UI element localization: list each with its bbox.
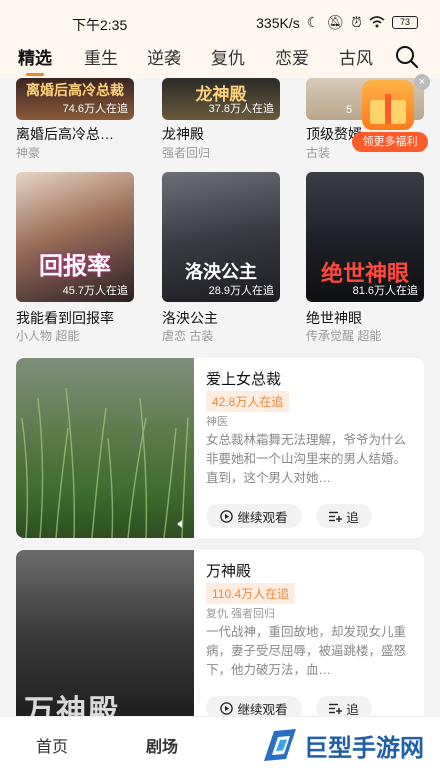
list-add-icon	[329, 511, 343, 522]
poster-image: 龙神殿 37.8万人在追	[162, 78, 280, 120]
status-time: 下午2:35	[72, 17, 128, 33]
card-tags: 传承觉醒 超能	[306, 329, 382, 343]
continue-watching-label: 继续观看	[237, 510, 288, 525]
card-title: 我能看到回报率	[16, 310, 114, 326]
watermark-text: 巨型手游网	[304, 734, 424, 762]
view-count-badge: 42.8万人在追	[206, 391, 290, 412]
continue-watching-label: 继续观看	[237, 702, 288, 717]
poster-image: 离婚后高冷总裁 74.6万人在追	[16, 78, 134, 120]
moon-icon: ☾	[306, 14, 320, 30]
status-bar: 下午2:35 335K/s ☾ 🔕︎ ⏰︎ 73	[0, 0, 440, 40]
wifi-icon	[369, 15, 385, 31]
promo-label: 领更多福利	[352, 132, 428, 152]
featured-drama-card[interactable]: 万神殿 万神殿 110.4万人在追 复仇 强者回归 一代战神，重回故地，却发现女…	[16, 550, 424, 730]
list-add-icon	[329, 703, 343, 714]
poster-title: 回报率	[39, 251, 111, 280]
tab-comeback[interactable]: 逆袭	[147, 44, 181, 69]
view-count: 74.6万人在追	[62, 103, 128, 115]
tab-revenge[interactable]: 复仇	[211, 44, 245, 69]
nav-home[interactable]: 首页	[36, 733, 68, 757]
network-speed: 335K/s	[256, 14, 300, 31]
drama-card[interactable]: 回报率 45.7万人在追 我能看到回报率 小人物 超能	[16, 172, 134, 343]
view-count: 81.6万人在追	[352, 285, 418, 297]
card-title: 绝世神眼	[306, 310, 362, 326]
drama-card[interactable]: 离婚后高冷总裁 74.6万人在追 离婚后高冷总… 神豪	[16, 78, 134, 160]
video-thumbnail: 万神殿	[16, 550, 194, 730]
promo-badge[interactable]: 领更多福利 ×	[352, 74, 430, 154]
drama-card[interactable]: 洛泱公主 28.9万人在追 洛泱公主 虐恋 古装	[162, 172, 280, 343]
tab-rebirth[interactable]: 重生	[84, 44, 118, 69]
video-thumbnail: 🔈︎	[16, 358, 194, 538]
card-tags: 古装	[306, 146, 331, 160]
card-tags: 强者回归	[162, 146, 211, 160]
volume-icon[interactable]: 🔈︎	[178, 515, 186, 532]
view-count-badge: 110.4万人在追	[206, 583, 296, 604]
view-count: 45.7万人在追	[62, 285, 128, 297]
mute-icon: 🔕︎	[326, 14, 345, 30]
watermark-logo	[264, 729, 296, 761]
gift-icon	[362, 80, 414, 130]
card-title: 龙神殿	[162, 126, 204, 142]
tab-featured[interactable]: 精选	[18, 44, 52, 76]
poster-image: 回报率 45.7万人在追	[16, 172, 134, 302]
search-icon[interactable]	[394, 44, 420, 70]
card-tags: 小人物 超能	[16, 329, 80, 343]
card-tags: 神医	[206, 416, 228, 428]
play-icon	[220, 509, 234, 523]
poster-image: 洛泱公主 28.9万人在追	[162, 172, 280, 302]
card-title: 爱上女总裁	[206, 371, 282, 388]
follow-label: 追	[346, 510, 359, 525]
battery-icon: 73	[392, 16, 418, 29]
tab-romance[interactable]: 恋爱	[275, 44, 309, 69]
alarm-icon: ⏰︎	[351, 14, 362, 30]
card-description: 女总裁林霜舞无法理解，爷爷为什么非要她和一个山沟里来的男人结婚。直到，这个男人对…	[206, 433, 407, 485]
card-title: 洛泱公主	[162, 310, 218, 326]
site-watermark: 巨型手游网	[252, 720, 440, 770]
featured-drama-card[interactable]: 🔈︎ 爱上女总裁 42.8万人在追 神医 女总裁林霜舞无法理解，爷爷为什么非要她…	[16, 358, 424, 538]
card-tags: 复仇 强者回归	[206, 608, 276, 620]
poster-title: 洛泱公主	[185, 262, 257, 283]
card-description: 一代战神，重回故地，却发现女儿重病，妻子受尽屈辱，被逼跳楼，盛怒下，他力破万法，…	[206, 625, 407, 677]
tab-ancient[interactable]: 古风	[339, 44, 373, 69]
drama-card[interactable]: 龙神殿 37.8万人在追 龙神殿 强者回归	[162, 78, 280, 160]
drama-card[interactable]: 绝世神眼 81.6万人在追 绝世神眼 传承觉醒 超能	[306, 172, 424, 343]
view-count: 28.9万人在追	[208, 285, 274, 297]
play-icon	[220, 701, 234, 715]
card-title: 万神殿	[206, 563, 252, 580]
follow-button[interactable]: 追	[316, 504, 372, 528]
category-tabs: 精选 重生 逆袭 复仇 恋爱 古风	[0, 40, 440, 76]
continue-watching-button[interactable]: 继续观看	[206, 504, 302, 528]
card-title: 离婚后高冷总…	[16, 126, 114, 142]
poster-title: 离婚后高冷总裁	[26, 83, 124, 99]
card-tags: 虐恋 古装	[162, 329, 214, 343]
nav-theater[interactable]: 剧场	[146, 733, 178, 757]
poster-image: 绝世神眼 81.6万人在追	[306, 172, 424, 302]
card-tags: 神豪	[16, 146, 41, 160]
close-icon[interactable]: ×	[414, 74, 430, 90]
view-count: 37.8万人在追	[208, 103, 274, 115]
follow-label: 追	[346, 702, 359, 717]
